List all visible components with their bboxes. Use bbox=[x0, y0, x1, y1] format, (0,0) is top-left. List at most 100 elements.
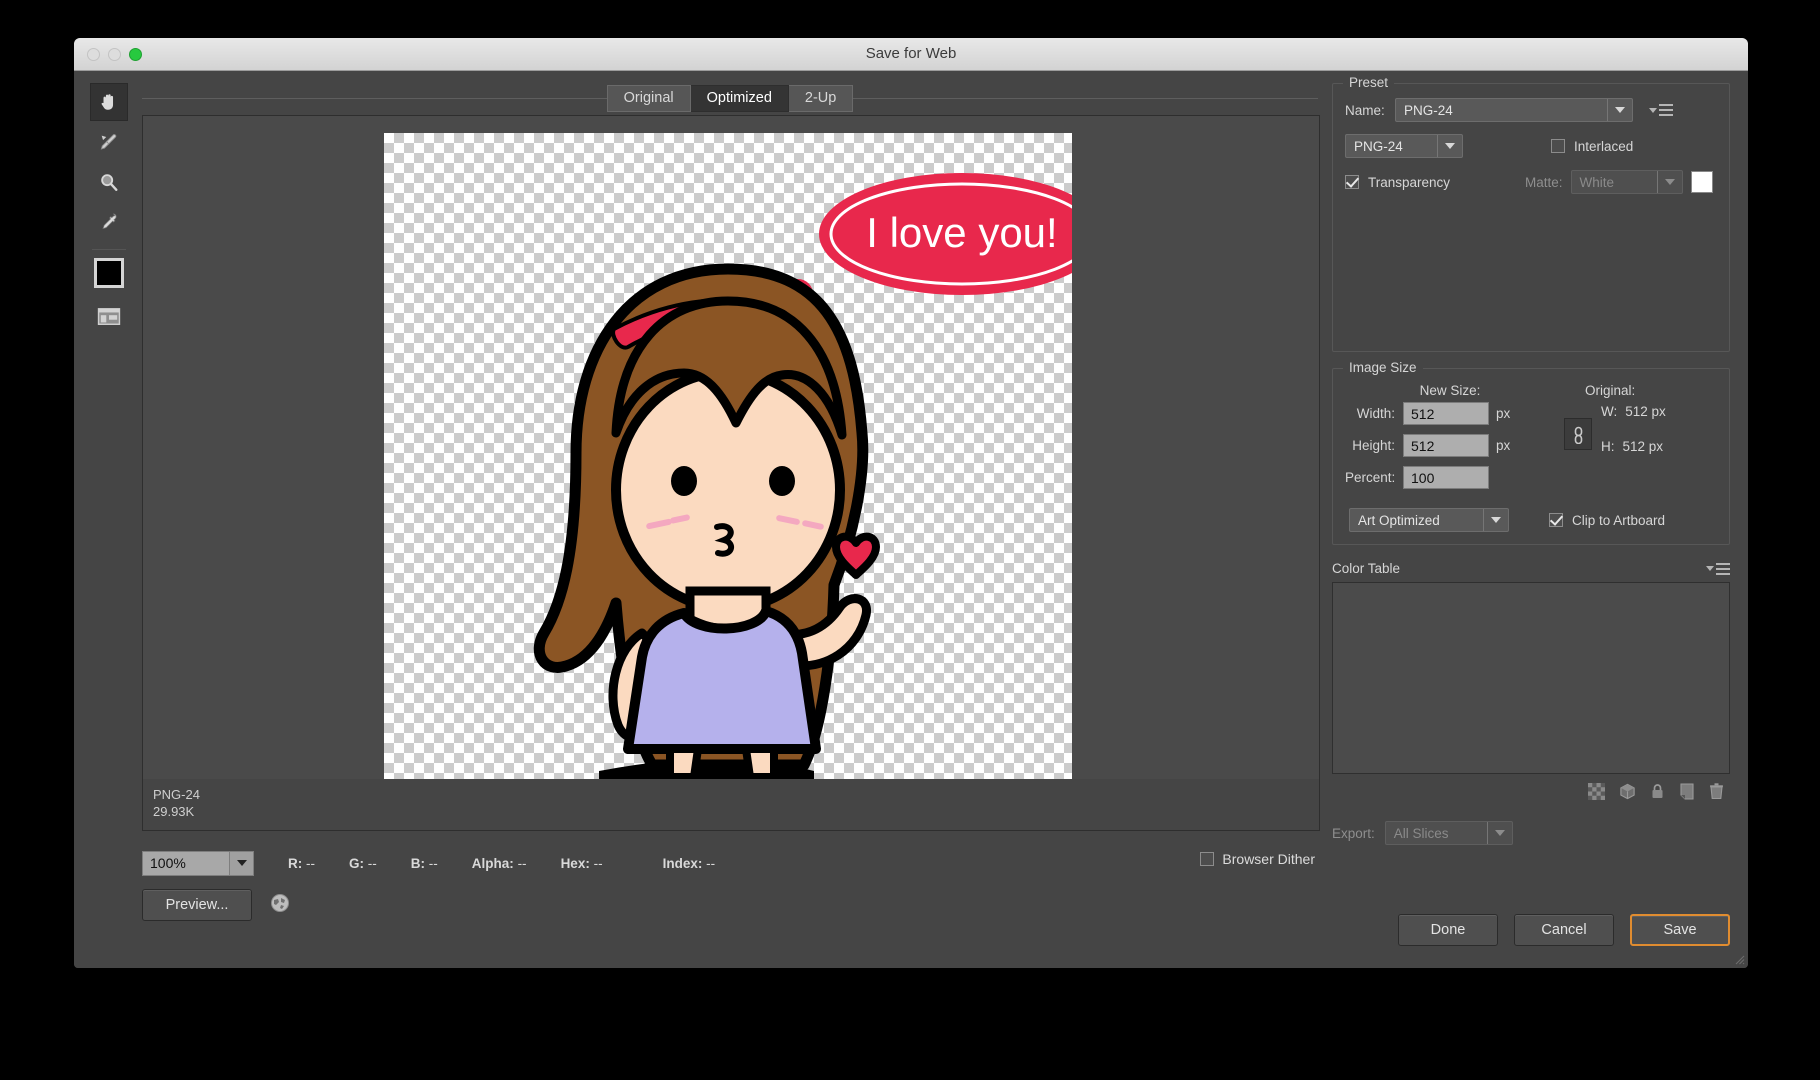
readout-b: B: -- bbox=[410, 855, 438, 871]
zoom-tool[interactable] bbox=[90, 163, 128, 201]
transparency-label: Transparency bbox=[1368, 174, 1451, 190]
window-title: Save for Web bbox=[865, 45, 957, 62]
lock-icon[interactable] bbox=[1650, 783, 1665, 805]
browser-dither-toggle[interactable]: Browser Dither bbox=[1200, 851, 1315, 867]
preset-name-row: Name: PNG-24 bbox=[1345, 98, 1717, 122]
matte-color-swatch[interactable] bbox=[1690, 171, 1713, 193]
clip-to-artboard-checkbox[interactable] bbox=[1549, 513, 1563, 527]
preview-actions: Preview... bbox=[142, 889, 290, 921]
dialog-actions: Done Cancel Save bbox=[1398, 914, 1730, 946]
link-dimensions-icon[interactable] bbox=[1564, 418, 1592, 450]
preset-name-value: PNG-24 bbox=[1404, 102, 1453, 118]
clip-to-artboard-label: Clip to Artboard bbox=[1572, 512, 1666, 528]
color-table-legend: Color Table bbox=[1332, 561, 1401, 576]
foreground-color-swatch[interactable] bbox=[94, 258, 124, 288]
preset-name-label: Name: bbox=[1345, 102, 1385, 118]
width-label: Width: bbox=[1356, 406, 1395, 421]
chevron-down-icon bbox=[1488, 822, 1512, 844]
hand-tool[interactable] bbox=[90, 83, 128, 121]
height-label: Height: bbox=[1352, 438, 1395, 453]
tab-optimized[interactable]: Optimized bbox=[690, 84, 789, 112]
chevron-down-icon bbox=[1484, 509, 1508, 531]
height-input[interactable]: 512 bbox=[1403, 434, 1489, 457]
eyedropper-tool[interactable] bbox=[90, 203, 128, 241]
tab-rule-left bbox=[142, 97, 607, 99]
resize-grip[interactable] bbox=[1735, 955, 1745, 965]
artwork-illustration: I love you! bbox=[533, 173, 1072, 779]
preset-group: Preset Name: PNG-24 PNG-24 Interlaced Tr… bbox=[1332, 75, 1730, 352]
color-table-menu-icon[interactable] bbox=[1706, 562, 1730, 575]
preset-legend: Preset bbox=[1343, 75, 1395, 90]
settings-panel: Preset Name: PNG-24 PNG-24 Interlaced Tr… bbox=[1332, 75, 1730, 845]
percent-input[interactable]: 100 bbox=[1403, 466, 1489, 489]
original-width-label: W: bbox=[1601, 404, 1618, 419]
tab-2up[interactable]: 2-Up bbox=[788, 84, 854, 112]
cancel-button[interactable]: Cancel bbox=[1514, 914, 1614, 946]
browser-dither-checkbox[interactable] bbox=[1200, 852, 1215, 866]
file-format-label: PNG-24 bbox=[153, 787, 200, 802]
file-size-label: 29.93K bbox=[153, 804, 195, 819]
export-label: Export: bbox=[1332, 825, 1375, 841]
slice-visibility-toggle[interactable] bbox=[90, 298, 128, 336]
export-row: Export: All Slices bbox=[1332, 821, 1730, 845]
chevron-down-icon bbox=[1658, 171, 1682, 193]
matte-value: White bbox=[1579, 174, 1615, 190]
zoom-level-select[interactable]: 100% bbox=[142, 850, 254, 876]
color-table-swatches[interactable] bbox=[1332, 582, 1730, 774]
quality-value: Art Optimized bbox=[1358, 512, 1440, 528]
readout-alpha: Alpha: -- bbox=[471, 855, 527, 871]
transparency-icon[interactable] bbox=[1588, 783, 1605, 805]
percent-label: Percent: bbox=[1345, 470, 1396, 485]
transparency-checkbox[interactable] bbox=[1345, 175, 1359, 189]
height-unit: px bbox=[1496, 438, 1511, 453]
width-row: Width: 512 px bbox=[1345, 402, 1555, 425]
chevron-down-icon bbox=[1608, 99, 1632, 121]
width-unit: px bbox=[1496, 406, 1511, 421]
status-bar: 100% R: -- G: -- B: -- Alpha: -- Hex: -- bbox=[142, 846, 1320, 880]
save-for-web-window: Save for Web Original Optimized 2-Up I l… bbox=[74, 38, 1748, 968]
matte-select: White bbox=[1570, 170, 1683, 194]
preset-menu-icon[interactable] bbox=[1649, 104, 1673, 116]
browser-dither-label: Browser Dither bbox=[1222, 851, 1315, 867]
optimized-file-info: PNG-24 29.93K bbox=[153, 786, 200, 820]
preview-canvas[interactable]: I love you! bbox=[143, 116, 1319, 779]
original-label: Original: bbox=[1585, 383, 1636, 398]
readout-r: R: -- bbox=[288, 855, 316, 871]
chevron-down-icon bbox=[229, 851, 253, 875]
quality-select[interactable]: Art Optimized bbox=[1349, 508, 1509, 532]
format-select[interactable]: PNG-24 bbox=[1345, 134, 1463, 158]
tools-panel bbox=[90, 83, 128, 338]
height-row: Height: 512 px bbox=[1345, 434, 1555, 457]
export-value: All Slices bbox=[1393, 825, 1449, 841]
interlaced-label: Interlaced bbox=[1574, 138, 1634, 154]
format-value: PNG-24 bbox=[1354, 138, 1403, 154]
zoom-level-value: 100% bbox=[150, 855, 186, 871]
original-width-value: 512 px bbox=[1625, 404, 1666, 419]
interlaced-checkbox[interactable] bbox=[1551, 139, 1565, 153]
new-size-label: New Size: bbox=[1419, 383, 1481, 398]
export-select: All Slices bbox=[1384, 821, 1513, 845]
color-table-toolbar bbox=[1332, 783, 1730, 805]
image-size-legend: Image Size bbox=[1343, 360, 1423, 375]
image-size-group: Image Size New Size: Original: Width: 51… bbox=[1332, 360, 1730, 545]
readout-g: G: -- bbox=[349, 855, 377, 871]
tab-original[interactable]: Original bbox=[606, 84, 691, 112]
browser-globe-icon[interactable] bbox=[270, 893, 290, 918]
window-titlebar: Save for Web bbox=[74, 38, 1748, 71]
width-input[interactable]: 512 bbox=[1403, 402, 1489, 425]
save-button[interactable]: Save bbox=[1630, 914, 1730, 946]
done-button[interactable]: Done bbox=[1398, 914, 1498, 946]
web-safe-cube-icon[interactable] bbox=[1619, 783, 1636, 805]
new-color-icon[interactable] bbox=[1679, 783, 1695, 805]
toolbar-divider bbox=[92, 249, 126, 250]
matte-label: Matte: bbox=[1525, 174, 1563, 190]
preset-format-row: PNG-24 Interlaced bbox=[1345, 134, 1717, 158]
tab-rule-right bbox=[853, 97, 1318, 99]
slice-select-tool[interactable] bbox=[90, 123, 128, 161]
preview-button[interactable]: Preview... bbox=[142, 889, 252, 921]
svg-text:I love you!: I love you! bbox=[866, 209, 1057, 256]
percent-row: Percent: 100 bbox=[1345, 466, 1555, 489]
preset-name-select[interactable]: PNG-24 bbox=[1395, 98, 1633, 122]
preset-transparency-row: Transparency Matte: White bbox=[1345, 170, 1717, 194]
trash-icon[interactable] bbox=[1709, 783, 1724, 805]
